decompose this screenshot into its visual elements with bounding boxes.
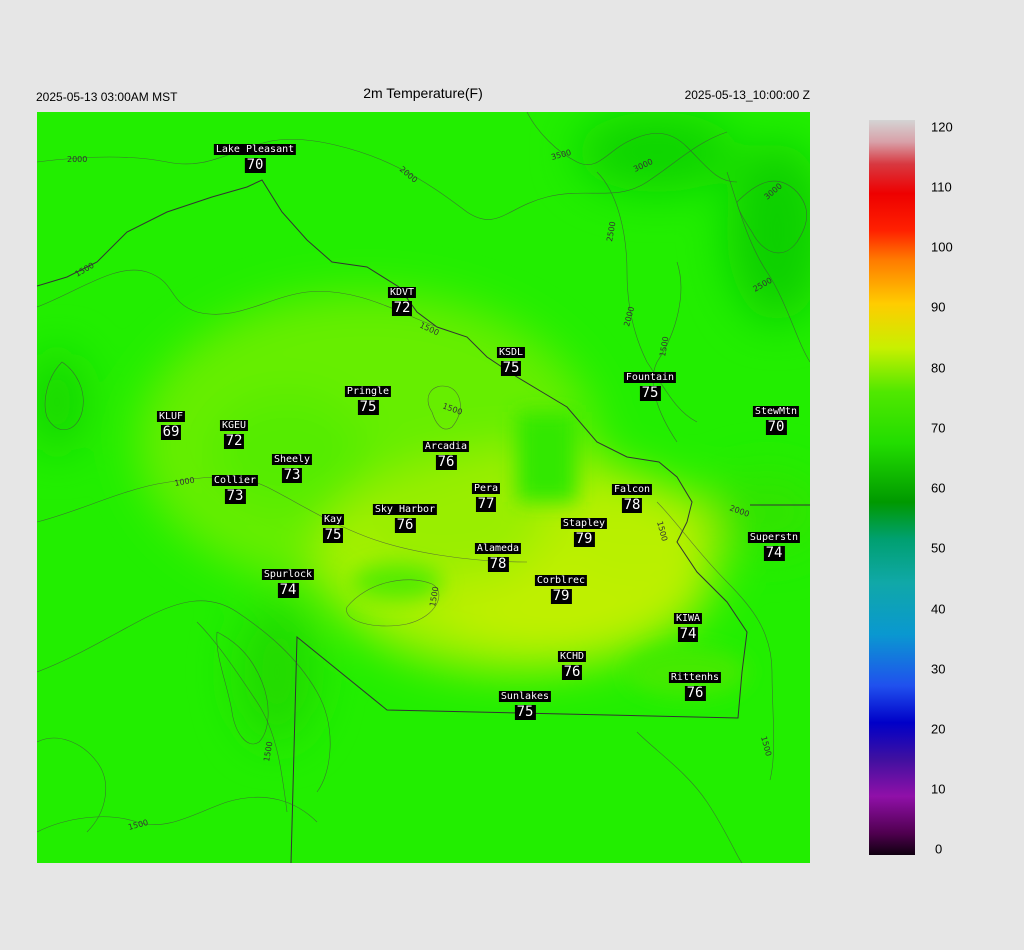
station-temp: 75 [500,360,522,376]
station-temp: 75 [322,527,344,543]
station-marker[interactable]: KSDL 75 [496,342,526,376]
station-marker[interactable]: Kay 75 [321,509,345,543]
station-marker[interactable]: Sunlakes 75 [498,686,552,720]
station-marker[interactable]: Sheely 73 [271,449,313,483]
colorbar-tick: 50 [931,540,946,556]
station-temp: 76 [435,454,457,470]
station-name: Arcadia [422,441,470,452]
colorbar-tick: 0 [935,841,943,857]
station-name: Superstn [747,532,801,543]
contour-label: 2000 [622,306,636,328]
station-marker[interactable]: Rittenhs 76 [668,667,722,701]
station-name: Spurlock [261,569,315,580]
station-temp: 70 [244,157,266,173]
station-marker[interactable]: Lake Pleasant 70 [213,139,297,173]
station-name: Falcon [611,484,653,495]
station-marker[interactable]: KDVT 72 [387,282,417,316]
station-temp: 78 [621,497,643,513]
contour-label: 2500 [605,221,617,243]
station-marker[interactable]: Pringle 75 [344,381,392,415]
station-name: Sky Harbor [372,504,438,515]
station-temp: 75 [514,704,536,720]
contour-label: 2000 [398,165,419,185]
station-marker[interactable]: Corblrec 79 [534,570,588,604]
station-temp: 75 [357,399,379,415]
station-marker[interactable]: Superstn 74 [747,527,801,561]
colorbar-tick: 110 [931,179,952,195]
station-name: KIWA [673,613,703,624]
station-marker[interactable]: KLUF 69 [156,406,186,440]
station-temp: 76 [684,685,706,701]
station-temp: 79 [550,588,572,604]
station-name: Kay [321,514,345,525]
colorbar-tick: 30 [931,661,946,677]
station-marker[interactable]: Arcadia 76 [422,436,470,470]
colorbar-tick: 60 [931,480,946,496]
station-temp: 77 [475,496,497,512]
station-name: KSDL [496,347,526,358]
colorbar-tick: 20 [931,721,946,737]
contour-label: 1500 [658,336,670,358]
station-marker[interactable]: Collier 73 [211,470,259,504]
station-marker[interactable]: Falcon 78 [611,479,653,513]
station-temp: 72 [391,300,413,316]
station-temp: 75 [639,385,661,401]
station-marker[interactable]: Fountain 75 [623,367,677,401]
station-temp: 79 [573,531,595,547]
temperature-map: 2000 2000 3500 3000 2500 3000 2500 2000 … [37,112,810,863]
station-name: Pera [471,483,501,494]
contour-label: 1500 [759,735,773,757]
station-temp: 74 [763,545,785,561]
station-marker[interactable]: KCHD 76 [557,646,587,680]
contour-label: 3500 [550,148,572,162]
station-marker[interactable]: Sky Harbor 76 [372,499,438,533]
station-marker[interactable]: Spurlock 74 [261,564,315,598]
station-name: Sunlakes [498,691,552,702]
station-name: Alameda [474,543,522,554]
colorbar-tick: 70 [931,420,946,436]
station-marker[interactable]: Alameda 78 [474,538,522,572]
station-temp: 74 [677,626,699,642]
station-name: Fountain [623,372,677,383]
station-marker[interactable]: KGEU 72 [219,415,249,449]
station-temp: 72 [223,433,245,449]
station-temp: 70 [765,419,787,435]
station-temp: 76 [561,664,583,680]
station-name: KCHD [557,651,587,662]
station-name: Rittenhs [668,672,722,683]
station-name: Collier [211,475,259,486]
station-marker[interactable]: Pera 77 [471,478,501,512]
station-marker[interactable]: KIWA 74 [673,608,703,642]
colorbar-tick: 80 [931,360,946,376]
colorbar-tick: 90 [931,299,946,315]
colorbar-gradient [869,120,915,855]
temperature-colorbar [869,120,915,855]
temperature-field: 2000 2000 3500 3000 2500 3000 2500 2000 … [37,112,810,863]
station-temp: 73 [224,488,246,504]
station-name: Corblrec [534,575,588,586]
station-temp: 78 [487,556,509,572]
colorbar-tick: 100 [931,239,953,255]
station-marker[interactable]: StewMtn 70 [752,401,800,435]
contour-label: 1500 [74,261,96,279]
station-name: Pringle [344,386,392,397]
colorbar-tick: 120 [931,119,953,135]
station-name: KDVT [387,287,417,298]
station-temp: 74 [277,582,299,598]
utc-time-label: 2025-05-13_10:00:00 Z [684,88,810,102]
station-name: Sheely [271,454,313,465]
station-name: KLUF [156,411,186,422]
station-temp: 76 [394,517,416,533]
station-name: Lake Pleasant [213,144,297,155]
station-temp: 73 [281,467,303,483]
colorbar-tick: 40 [931,601,946,617]
colorbar-tick: 10 [931,781,946,797]
contour-label: 1500 [262,741,274,763]
station-name: KGEU [219,420,249,431]
station-name: Stapley [560,518,608,529]
station-temp: 69 [160,424,182,440]
station-name: StewMtn [752,406,800,417]
contour-label: 2000 [67,155,87,164]
station-marker[interactable]: Stapley 79 [560,513,608,547]
